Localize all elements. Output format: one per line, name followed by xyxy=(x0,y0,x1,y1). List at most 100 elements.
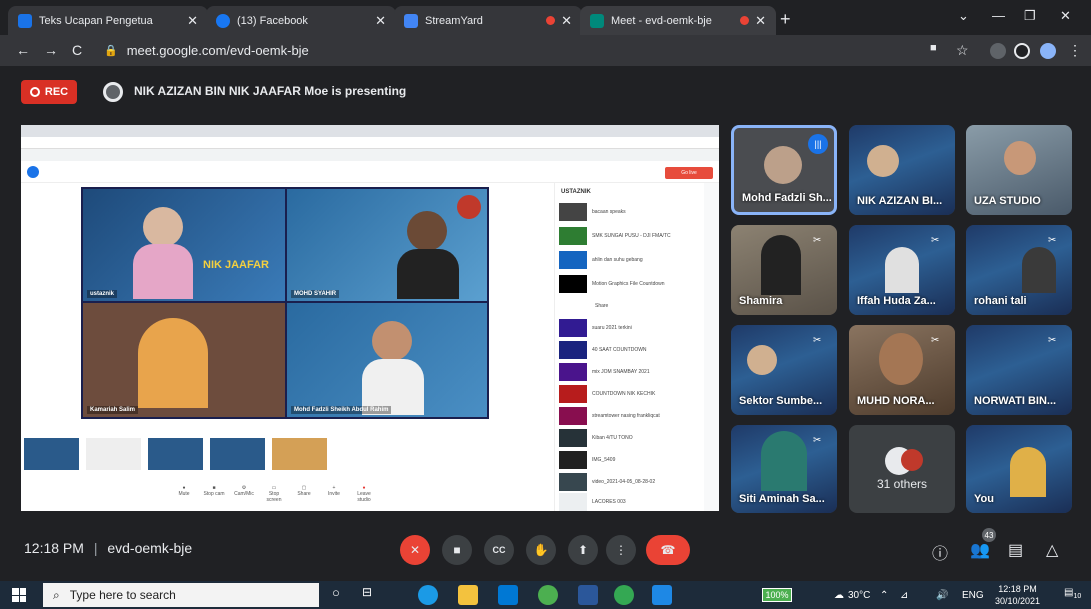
puzzle-icon[interactable] xyxy=(1014,43,1030,59)
close-tab-icon[interactable]: ✕ xyxy=(375,13,386,29)
media-item[interactable]: SMK SUNGAI PUSU - DJI FMA/TC xyxy=(559,225,699,247)
guest-thumbnail[interactable] xyxy=(85,437,142,471)
browser-tab-bar: Teks Ucapan Pengetua ✕ (13) Facebook ✕ S… xyxy=(0,0,1091,35)
camera-indicator-icon[interactable]: ■ xyxy=(930,42,937,54)
media-item[interactable]: suaru 2021 terkini xyxy=(559,317,699,339)
guest-thumbnail[interactable] xyxy=(271,437,328,471)
invite-button[interactable]: + Invite xyxy=(321,485,347,497)
participant-tile-others[interactable]: 31 others xyxy=(849,425,955,513)
mute-button[interactable]: ● Mute xyxy=(171,485,197,497)
participant-tile-iffah[interactable]: ✂ Iffah Huda Za... xyxy=(849,225,955,315)
extension-icon[interactable] xyxy=(990,43,1006,59)
raise-hand-button[interactable]: ✋ xyxy=(526,535,556,565)
tab-streamyard[interactable]: StreamYard ✕ xyxy=(394,6,582,35)
maximize-button[interactable]: ❐ xyxy=(1024,8,1036,24)
cell-label: Mohd Fadzli Sheikh Abdul Rahim xyxy=(291,406,392,414)
notification-center-icon[interactable]: ▤10 xyxy=(1064,587,1081,600)
chrome-icon[interactable] xyxy=(614,585,634,605)
media-item[interactable]: 40 SAAT COUNTDOWN xyxy=(559,339,699,361)
battery-indicator[interactable]: 100% xyxy=(762,588,792,602)
captions-icon: CC xyxy=(492,545,506,555)
taskbar-clock[interactable]: 12:18 PM 30/10/2021 xyxy=(995,583,1040,607)
app-icon[interactable] xyxy=(538,585,558,605)
reload-icon[interactable]: C xyxy=(72,42,82,58)
close-tab-icon[interactable]: ✕ xyxy=(187,13,198,29)
word-icon[interactable] xyxy=(578,585,598,605)
cam-mic-button[interactable]: ⚙ Cam/Mic xyxy=(231,485,257,497)
share-item[interactable]: Share xyxy=(595,295,719,317)
mail-icon[interactable] xyxy=(498,585,518,605)
bookmark-star-icon[interactable]: ☆ xyxy=(956,42,969,59)
camera-button[interactable]: ■ xyxy=(442,535,472,565)
participant-tile-norwati[interactable]: ✂ NORWATI BIN... xyxy=(966,325,1072,415)
media-item[interactable]: streamtower nasing frankliqcat xyxy=(559,405,699,427)
tab-facebook[interactable]: (13) Facebook ✕ xyxy=(206,6,396,35)
participant-tile-sektor[interactable]: ✂ Sektor Sumbe... xyxy=(731,325,837,415)
network-icon[interactable]: ⊿ xyxy=(900,590,908,601)
cortana-icon[interactable]: ○ xyxy=(332,585,352,605)
media-item[interactable]: Motion Graphics File Countdown xyxy=(559,273,699,295)
media-item[interactable]: video_2021-04-05_08-28-02 xyxy=(559,471,699,493)
tab-search-icon[interactable]: ⌄ xyxy=(958,8,969,24)
temperature[interactable]: 30°C xyxy=(848,590,870,601)
back-icon[interactable]: ← xyxy=(16,42,30,58)
new-tab-button[interactable]: + xyxy=(780,9,791,30)
stop-cam-button[interactable]: ■ Stop cam xyxy=(201,485,227,497)
media-item[interactable]: IMG_5409 xyxy=(559,449,699,471)
participant-tile-uza-studio[interactable]: UZA STUDIO xyxy=(966,125,1072,215)
media-item[interactable]: LACORES 003 xyxy=(559,491,699,511)
guest-thumbnail[interactable] xyxy=(23,437,80,471)
media-item[interactable]: mix JOM SNAMBAY 2021 xyxy=(559,361,699,383)
present-button[interactable]: ⬆ xyxy=(568,535,598,565)
stop-screen-button[interactable]: ▭ Stop screen xyxy=(261,485,287,503)
profile-avatar[interactable] xyxy=(1040,43,1056,59)
taskbar-search[interactable]: ⌕ Type here to search xyxy=(43,583,319,607)
participant-tile-rohani[interactable]: ✂ rohani tali xyxy=(966,225,1072,315)
volume-icon[interactable]: 🔊 xyxy=(936,590,948,601)
tray-chevron-icon[interactable]: ⌃ xyxy=(880,590,888,601)
captions-button[interactable]: CC xyxy=(484,535,514,565)
participant-tile-nik-azizan[interactable]: NIK AZIZAN BI... xyxy=(849,125,955,215)
leave-studio-button[interactable]: ● Leave studio xyxy=(351,485,377,503)
media-item[interactable]: Kiban 4/TU TONO xyxy=(559,427,699,449)
close-tab-icon[interactable]: ✕ xyxy=(755,13,766,29)
guest-thumbnail[interactable] xyxy=(147,437,204,471)
participant-tile-mohd-fadzli[interactable]: ||| Mohd Fadzli Sh... xyxy=(731,125,837,215)
tab-teks-ucapan[interactable]: Teks Ucapan Pengetua ✕ xyxy=(8,6,208,35)
present-icon: ⬆ xyxy=(577,543,589,557)
stream-cell-1: NIK JAAFAR ustaznik xyxy=(83,189,285,301)
leave-call-button[interactable]: ☎ xyxy=(646,535,690,565)
mic-muted-icon: ✂ xyxy=(1048,335,1057,346)
close-window-button[interactable]: ✕ xyxy=(1060,8,1071,24)
file-explorer-icon[interactable] xyxy=(458,585,478,605)
url-field[interactable]: 🔒 meet.google.com/evd-oemk-bje xyxy=(100,39,900,62)
app-icon[interactable] xyxy=(652,585,672,605)
windows-start-icon[interactable] xyxy=(12,588,26,602)
media-item[interactable]: COUNTDOWN NIK KECHIK xyxy=(559,383,699,405)
mic-off-button[interactable]: ✕ xyxy=(400,535,430,565)
tab-meet[interactable]: Meet - evd-oemk-bje ✕ xyxy=(580,6,776,35)
forward-icon[interactable]: → xyxy=(44,42,58,58)
participant-tile-you[interactable]: You xyxy=(966,425,1072,513)
participant-tile-siti-aminah[interactable]: ✂ Siti Aminah Sa... xyxy=(731,425,837,513)
activities-icon[interactable]: △ xyxy=(1046,540,1058,560)
presentation-screen[interactable]: Go live NIK JAAFAR ustaznik MOHD SYAHIR … xyxy=(21,125,719,511)
stream-cell-2: MOHD SYAHIR xyxy=(287,189,487,301)
meeting-info: 12:18 PM | evd-oemk-bje xyxy=(24,540,193,556)
edge-icon[interactable] xyxy=(418,585,438,605)
participant-tile-shamira[interactable]: ✂ Shamira xyxy=(731,225,837,315)
info-icon[interactable]: ⓘ xyxy=(932,540,948,564)
participant-tile-muhd-nora[interactable]: ✂ MUHD NORA... xyxy=(849,325,955,415)
minimize-button[interactable]: — xyxy=(992,8,1005,23)
chat-icon[interactable]: ▤ xyxy=(1008,540,1023,560)
menu-kebab-icon[interactable]: ⋮ xyxy=(1068,42,1082,59)
guest-thumbnail[interactable] xyxy=(209,437,266,471)
language-indicator[interactable]: ENG xyxy=(962,590,984,601)
media-item[interactable]: bacaan speaks xyxy=(559,201,699,223)
more-options-button[interactable]: ⋮ xyxy=(606,535,636,565)
task-view-icon[interactable]: ⊟ xyxy=(362,585,382,605)
share-button[interactable]: ▢ Share xyxy=(291,485,317,497)
close-tab-icon[interactable]: ✕ xyxy=(561,13,572,29)
people-icon[interactable]: 👥 xyxy=(970,540,990,560)
media-item[interactable]: ahlin dan suhu gebang xyxy=(559,249,699,271)
